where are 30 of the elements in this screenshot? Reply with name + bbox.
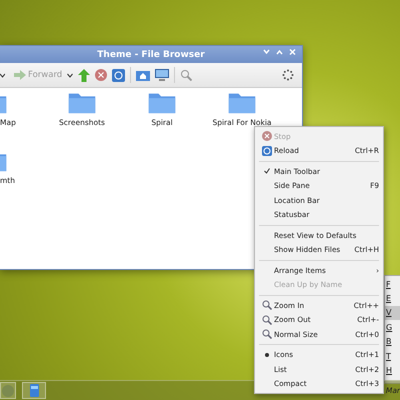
menu-item[interactable]: G — [385, 320, 400, 335]
menu-item[interactable]: V — [385, 306, 400, 320]
reload-icon[interactable] — [112, 68, 126, 82]
menu-item[interactable]: B — [385, 334, 400, 349]
reload-icon — [262, 146, 272, 156]
computer-icon[interactable] — [155, 68, 170, 82]
menu-item[interactable]: H — [385, 363, 400, 378]
taskbar-button[interactable] — [22, 382, 46, 399]
spinner-icon — [282, 69, 294, 81]
menu-item[interactable]: E — [385, 291, 400, 306]
start-button[interactable] — [0, 382, 16, 399]
search-icon[interactable] — [180, 69, 192, 81]
caret-icon[interactable] — [0, 72, 5, 78]
menu-item[interactable]: F — [385, 277, 400, 292]
magnifier-icon — [262, 329, 272, 340]
magnifier-icon — [262, 300, 272, 310]
magnifier-icon — [262, 314, 272, 325]
menu-item[interactable]: T — [385, 348, 400, 364]
file-manager-icon — [30, 384, 38, 397]
stop-icon[interactable] — [95, 69, 108, 81]
arrow-up-icon[interactable] — [78, 68, 90, 82]
stop-icon — [262, 131, 272, 142]
window-title: Theme - File Browser — [97, 50, 205, 60]
home-folder-icon[interactable] — [136, 69, 150, 81]
chevron-up-icon[interactable] — [276, 49, 283, 55]
arrow-right-icon — [14, 70, 26, 80]
close-icon[interactable] — [289, 49, 296, 55]
caret-icon[interactable] — [67, 72, 74, 78]
globe-icon — [2, 384, 14, 396]
chevron-down-icon[interactable] — [263, 49, 270, 55]
